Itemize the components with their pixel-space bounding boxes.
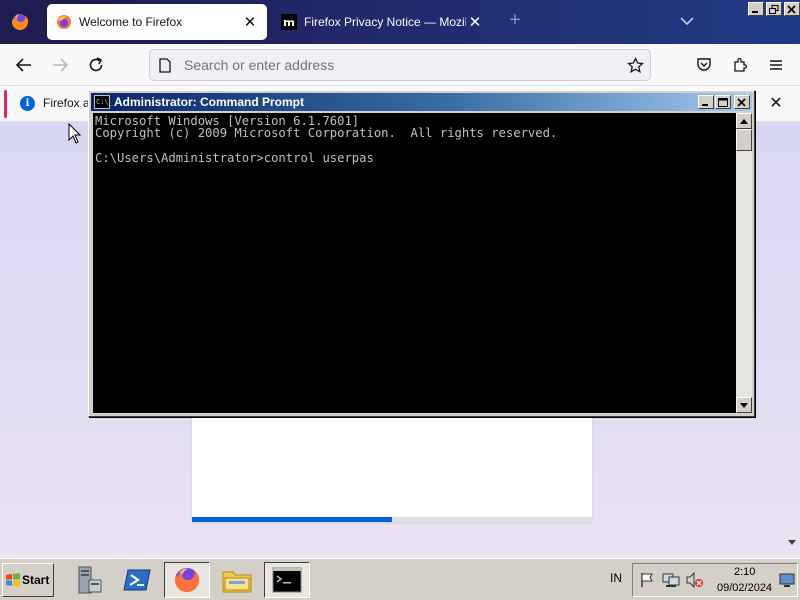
cmd-icon [272, 567, 302, 593]
mozilla-favicon-icon [281, 14, 297, 30]
forward-button[interactable] [50, 55, 70, 75]
minimize-button[interactable] [748, 2, 764, 16]
close-button[interactable] [734, 95, 750, 109]
reload-button[interactable] [86, 55, 106, 75]
minimize-icon [752, 11, 758, 13]
taskbar-server-manager[interactable] [64, 562, 110, 598]
server-manager-icon [78, 566, 102, 594]
arrow-down-icon [740, 402, 748, 408]
firefox-view-button[interactable] [6, 8, 34, 36]
scroll-down-button[interactable] [736, 397, 752, 413]
puzzle-piece-icon [734, 57, 748, 72]
page-icon [159, 58, 171, 73]
onboarding-progress-bar [192, 517, 592, 522]
cmd-title-bar[interactable]: C:\_ Administrator: Command Prompt [91, 93, 752, 111]
info-icon: i [20, 96, 35, 111]
taskbar-command-prompt[interactable] [264, 562, 310, 598]
restore-icon [769, 4, 779, 14]
close-icon [737, 97, 746, 107]
taskbar: Start IN 2:10 09/02/2024 [0, 558, 800, 600]
show-desktop-icon[interactable] [779, 572, 795, 588]
windows-logo-icon [6, 573, 20, 587]
list-all-tabs-button[interactable] [678, 12, 696, 30]
maximize-button[interactable] [715, 95, 731, 109]
navigation-toolbar [0, 44, 800, 86]
notification-accent [4, 90, 7, 118]
browser-tabstrip: Welcome to Firefox ✕ Firefox Privacy Not… [0, 0, 800, 44]
url-input[interactable] [184, 50, 624, 80]
cmd-icon: C:\_ [94, 95, 113, 109]
powershell-icon [123, 569, 151, 591]
close-icon [787, 4, 796, 14]
notification-close-button[interactable]: ✕ [766, 94, 786, 114]
tab-title: Welcome to Firefox [79, 15, 183, 29]
start-button[interactable]: Start [2, 563, 54, 597]
notification-text: Firefox a [43, 96, 90, 110]
tab-title: Firefox Privacy Notice — Mozilla [304, 15, 466, 29]
pocket-icon [697, 58, 711, 71]
taskbar-file-explorer[interactable] [214, 562, 260, 598]
console-line: Copyright (c) 2009 Microsoft Corporation… [95, 126, 558, 141]
save-to-pocket-button[interactable] [694, 55, 714, 75]
url-bar[interactable] [149, 49, 651, 81]
clock-date[interactable]: 09/02/2024 [717, 582, 772, 594]
cmd-window-controls [698, 95, 750, 109]
bookmark-star-icon[interactable] [627, 57, 644, 74]
tab-welcome-to-firefox[interactable]: Welcome to Firefox ✕ [47, 4, 267, 40]
minimize-icon [702, 104, 708, 106]
firefox-favicon-icon [57, 15, 71, 29]
volume-muted-icon[interactable] [686, 572, 704, 588]
taskbar-firefox[interactable] [164, 562, 210, 598]
reload-icon [89, 57, 103, 72]
page-scrollbar[interactable] [784, 122, 800, 558]
minimize-button[interactable] [698, 95, 714, 109]
restore-button[interactable] [766, 2, 782, 16]
cmd-vertical-scrollbar[interactable] [736, 113, 752, 413]
tab-firefox-privacy-notice[interactable]: Firefox Privacy Notice — Mozilla ✕ [272, 4, 492, 40]
cmd-console-output[interactable]: Microsoft Windows [Version 6.1.7601] Cop… [93, 113, 736, 413]
chevron-down-icon [680, 17, 694, 26]
firefox-icon [12, 14, 28, 30]
back-button[interactable] [14, 55, 34, 75]
tab-close-button[interactable]: ✕ [241, 13, 259, 31]
command-prompt-window[interactable]: C:\_ Administrator: Command Prompt Micro… [88, 90, 755, 417]
firefox-icon [175, 568, 199, 592]
mouse-cursor-icon [68, 123, 82, 144]
onboarding-progress-fill [192, 517, 392, 522]
scrollbar-thumb[interactable] [736, 129, 752, 151]
maximize-icon [718, 97, 728, 107]
arrow-left-icon [15, 58, 31, 72]
action-center-flag-icon[interactable] [639, 572, 655, 588]
arrow-right-icon [53, 58, 69, 72]
language-indicator[interactable]: IN [610, 571, 622, 585]
start-label: Start [22, 573, 50, 587]
scroll-up-button[interactable] [736, 113, 752, 129]
network-icon[interactable] [662, 572, 680, 588]
app-menu-button[interactable] [766, 55, 786, 75]
explorer-icon [222, 571, 252, 593]
tab-close-button[interactable]: ✕ [466, 13, 484, 31]
arrow-up-icon [740, 118, 748, 124]
extensions-button[interactable] [730, 55, 750, 75]
clock-time[interactable]: 2:10 [734, 566, 755, 578]
onboarding-card [192, 418, 592, 522]
console-command-line: C:\Users\Administrator>control userpas [95, 150, 374, 165]
new-tab-button[interactable]: + [505, 10, 525, 30]
hamburger-menu-icon [770, 60, 782, 70]
system-tray: 2:10 09/02/2024 [632, 563, 798, 597]
close-button[interactable] [784, 2, 800, 16]
taskbar-powershell[interactable] [114, 562, 160, 598]
firefox-window-controls [748, 2, 800, 16]
window-title: Administrator: Command Prompt [114, 95, 305, 109]
scroll-down-icon [788, 540, 796, 545]
